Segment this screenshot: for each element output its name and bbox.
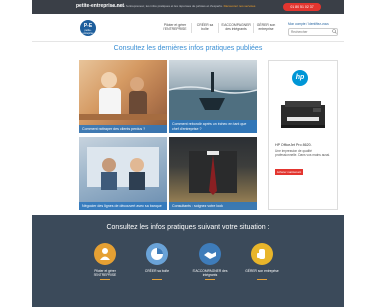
article-tile[interactable]: Comment rattraper des clients perdus ?	[79, 60, 167, 133]
situation-label[interactable]: Piloter et gérer l'ENTREPRISE	[85, 269, 125, 277]
article-image	[87, 147, 159, 190]
page-headline: Consultez les dernières infos pratiques …	[113, 45, 263, 52]
situation-icon-piloter[interactable]	[94, 243, 116, 265]
article-caption: Comment rattraper des clients perdus ?	[79, 124, 167, 133]
account-link[interactable]: Mon compte / Identifiez-vous	[288, 22, 329, 26]
site-logo[interactable]: P-E petite-entreprise	[80, 20, 96, 36]
hp-logo: hp	[292, 70, 308, 86]
person-icon	[100, 248, 110, 260]
ad-product: HP OfficeJet Pro 8620.	[275, 143, 312, 147]
label-underline	[152, 279, 162, 280]
page-frame: petite-entreprise.net Le site de l'entre…	[32, 0, 344, 307]
search-input[interactable]	[288, 28, 338, 36]
nav-item-creer[interactable]: CRÉER sa boîte	[194, 23, 216, 31]
header: P-E petite-entreprise Piloter et gérer l…	[32, 14, 344, 42]
nav-item-accompagner[interactable]: S'ACCOMPAGNER des intégrants	[221, 23, 251, 31]
band-title: Consultez les infos pratiques suivant vo…	[106, 224, 270, 231]
situation-band: Consultez les infos pratiques suivant vo…	[32, 215, 344, 307]
hp-advertisement[interactable]: hp HP OfficeJet Pro 8620. Une impression…	[268, 60, 338, 210]
ad-description: Une impression de qualité professionnell…	[275, 149, 331, 157]
article-caption: Comment rebondir après un échec en tant …	[169, 120, 257, 133]
article-tile[interactable]: Négocier des lignes de découvert avec sa…	[79, 137, 167, 210]
nav-divider	[253, 23, 254, 33]
article-image	[79, 72, 167, 120]
tagline-link[interactable]: Découvrez nos services	[224, 4, 256, 8]
nav-item-piloter[interactable]: Piloter et gérer l'ENTREPRISE	[162, 23, 188, 31]
label-underline	[205, 279, 215, 280]
nav-divider	[218, 23, 219, 33]
nav-item-gerer[interactable]: GÉRER son entreprise	[256, 23, 276, 31]
phone-number: 01 80 51 02 37	[290, 5, 314, 9]
situation-icon-accompagner[interactable]	[199, 243, 221, 265]
hand-icon	[257, 249, 265, 259]
label-underline	[100, 279, 110, 280]
top-bar: petite-entreprise.net Le site de l'entre…	[32, 0, 344, 14]
label-underline	[257, 279, 267, 280]
handshake-icon	[204, 252, 216, 259]
tagline-text: Le site de l'entrepreneur, les infos pra…	[112, 4, 223, 8]
article-caption: Négocier des lignes de découvert avec sa…	[79, 201, 167, 210]
article-tile[interactable]: Consultants : soignez votre look	[169, 137, 257, 210]
logo-sub: petite-entreprise	[82, 29, 94, 35]
situation-label[interactable]: CRÉER sa boîte	[137, 269, 177, 273]
article-caption: Consultants : soignez votre look	[169, 201, 257, 210]
nav-divider	[191, 23, 192, 33]
phone-button[interactable]: 01 80 51 02 37	[283, 3, 321, 11]
situation-label[interactable]: GÉRER son entreprise	[242, 269, 282, 273]
printer-image	[281, 101, 325, 128]
situation-icon-gerer[interactable]	[251, 243, 273, 265]
article-tile[interactable]: Comment rebondir après un échec en tant …	[169, 60, 257, 133]
ad-cta-button[interactable]: Acheter maintenant	[275, 169, 303, 175]
situation-label[interactable]: S'ACCOMPAGNER des intégrants	[190, 269, 230, 277]
search-icon[interactable]	[332, 29, 337, 34]
pie-chart-icon	[151, 248, 163, 260]
article-image	[189, 151, 237, 195]
situation-icon-creer[interactable]	[146, 243, 168, 265]
top-tagline: Le site de l'entrepreneur, les infos pra…	[112, 4, 255, 8]
